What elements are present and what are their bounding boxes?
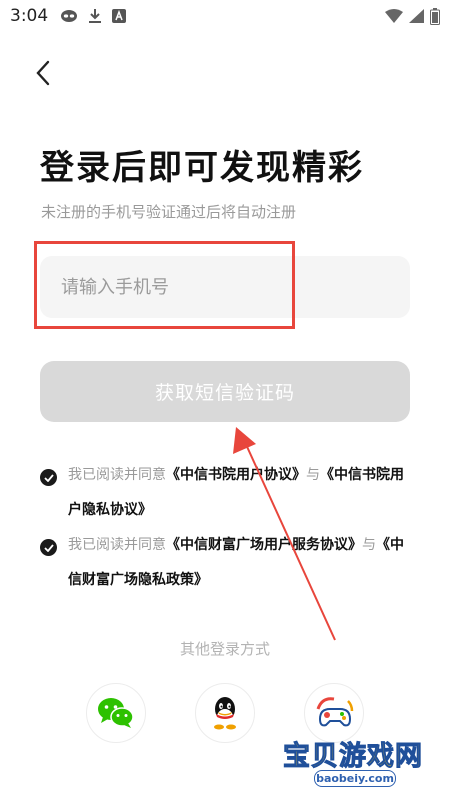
check-circle-icon[interactable]: [40, 469, 57, 486]
a-letter-icon: [112, 9, 127, 23]
watermark-title: 宝贝游戏网: [283, 741, 423, 773]
check-circle-icon[interactable]: [40, 539, 57, 556]
chevron-left-icon: [36, 60, 50, 86]
wechat-login-button[interactable]: [86, 683, 146, 743]
status-time: 3:04: [10, 6, 49, 26]
qq-login-button[interactable]: [195, 683, 255, 743]
download-icon: [88, 8, 102, 24]
status-icons-left: [60, 8, 127, 24]
agreement-prefix: 我已阅读并同意: [68, 467, 166, 483]
qq-icon: [214, 697, 236, 730]
agreement-text: 我已阅读并同意《中信书院用户协议》与《中信书院用户隐私协议》: [68, 458, 412, 528]
signal-icon: [409, 9, 424, 23]
watermark-url: baobeiy.com: [314, 770, 396, 787]
battery-icon: [430, 7, 440, 25]
watermark: 宝贝游戏网 baobeiy.com: [278, 736, 428, 788]
get-sms-code-button[interactable]: 获取短信验证码: [40, 361, 410, 422]
service-agreement-link[interactable]: 《中信财富广场用户服务协议》: [166, 537, 362, 553]
agreement-joiner: 与: [362, 537, 376, 553]
user-agreement-link[interactable]: 《中信书院用户协议》: [166, 467, 306, 483]
agreement-prefix: 我已阅读并同意: [68, 537, 166, 553]
annotation-highlight-box: [34, 241, 295, 329]
agreement-joiner: 与: [306, 467, 320, 483]
status-icons-right: [385, 7, 440, 25]
gamepad-icon: [316, 697, 354, 727]
page-subtitle: 未注册的手机号验证通过后将自动注册: [41, 203, 297, 221]
wechat-icon: [98, 698, 134, 728]
other-login-label: 其他登录方式: [179, 640, 270, 658]
eye-mask-icon: [60, 9, 78, 23]
wifi-icon: [385, 9, 403, 23]
page-title: 登录后即可发现精彩: [40, 148, 364, 188]
agreement-text: 我已阅读并同意《中信财富广场用户服务协议》与《中信财富广场隐私政策》: [68, 528, 412, 598]
back-button[interactable]: [28, 56, 58, 90]
status-bar: 3:04: [0, 0, 450, 32]
agreement-row: 我已阅读并同意《中信书院用户协议》与《中信书院用户隐私协议》: [40, 464, 412, 528]
agreement-row: 我已阅读并同意《中信财富广场用户服务协议》与《中信财富广场隐私政策》: [40, 534, 412, 598]
